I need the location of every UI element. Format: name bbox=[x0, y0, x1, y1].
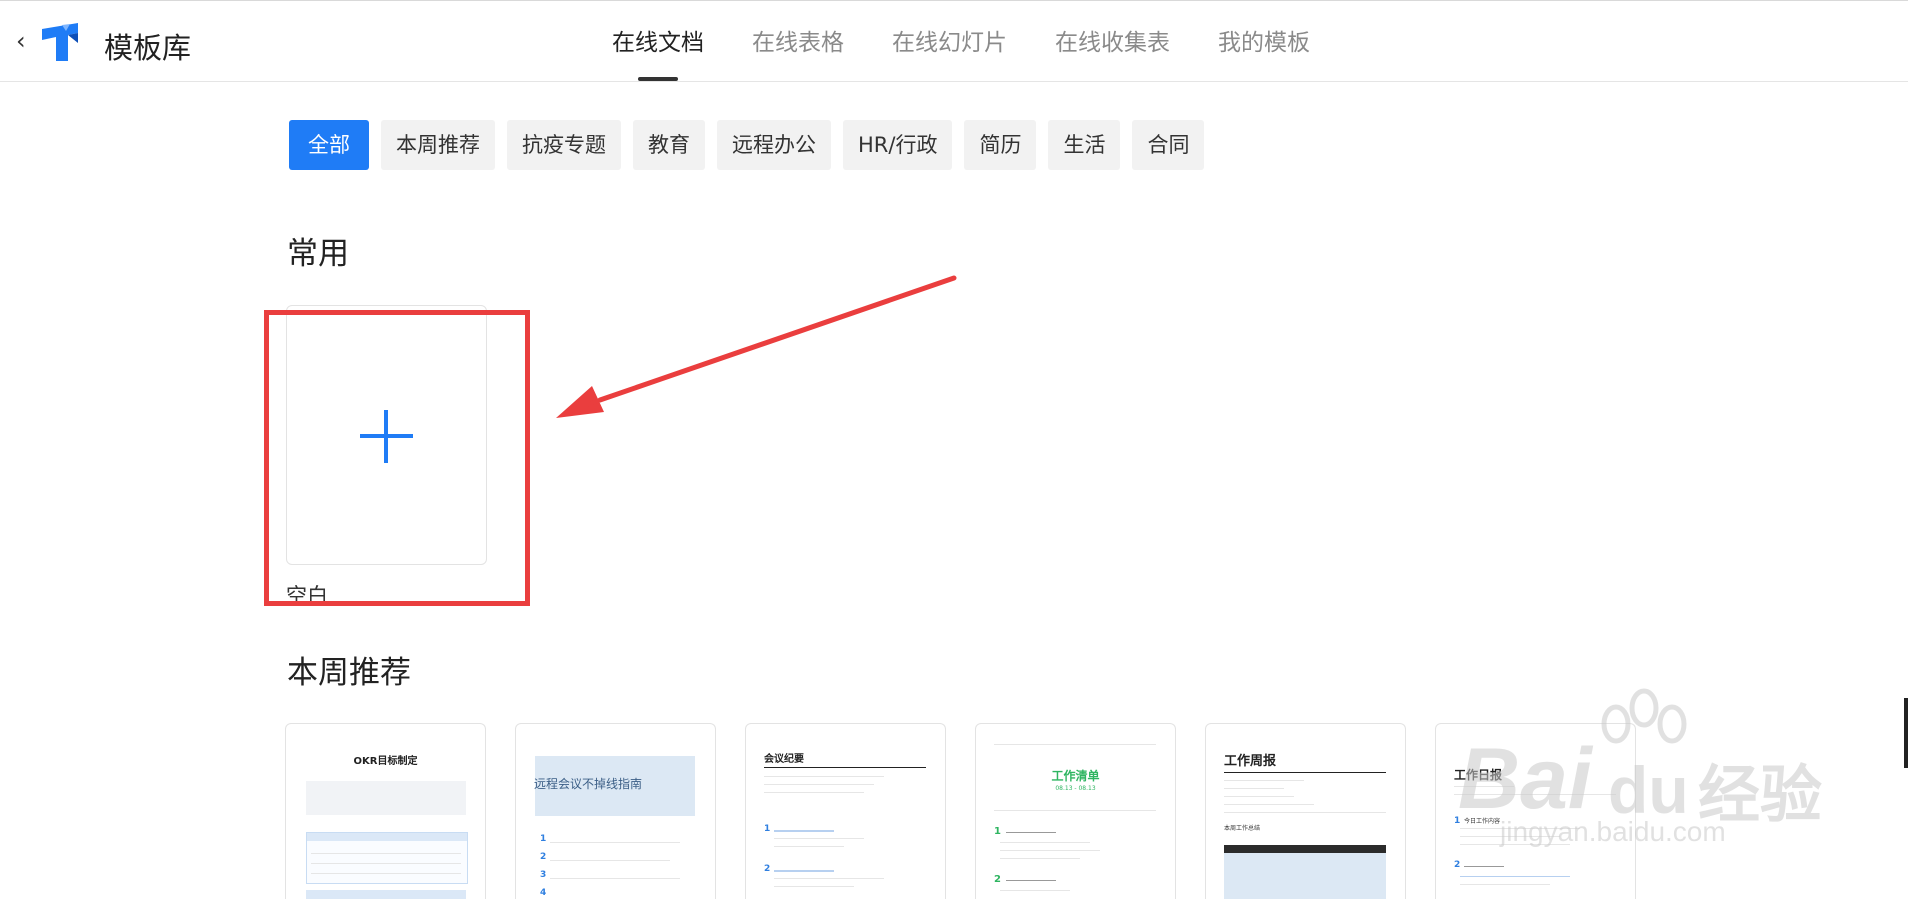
template-section-label: 本周工作总结 bbox=[1224, 825, 1261, 832]
template-card-weekly-report[interactable]: 工作周报 本周工作总结 bbox=[1205, 723, 1406, 899]
template-thumb-block bbox=[306, 781, 466, 815]
scrollbar-thumb[interactable] bbox=[1904, 698, 1908, 768]
template-title: 会议纪要 bbox=[764, 754, 804, 765]
template-title: 工作清单 bbox=[1051, 769, 1100, 783]
template-thumb-table bbox=[306, 832, 468, 884]
template-thumb-table-header bbox=[1224, 845, 1386, 853]
section-title-weekly: 本周推荐 bbox=[287, 655, 411, 691]
template-subtitle: 08.13 - 08.13 bbox=[1055, 785, 1096, 792]
template-card-remote-meeting[interactable]: 远程会议不掉线指南 1 2 3 4 bbox=[515, 723, 716, 899]
baidu-watermark: Bai du 经验 jingyan.baidu.com bbox=[1458, 686, 1838, 847]
template-thumb-table bbox=[1224, 853, 1386, 899]
template-title: 远程会议不掉线指南 bbox=[534, 777, 643, 791]
template-title: OKR目标制定 bbox=[353, 756, 418, 767]
template-card-okr[interactable]: OKR目标制定 bbox=[285, 723, 486, 899]
template-title: 工作周报 bbox=[1224, 754, 1277, 769]
template-card-work-list[interactable]: 工作清单 08.13 - 08.13 1 2 bbox=[975, 723, 1176, 899]
template-card-meeting-notes[interactable]: 会议纪要 1 2 bbox=[745, 723, 946, 899]
